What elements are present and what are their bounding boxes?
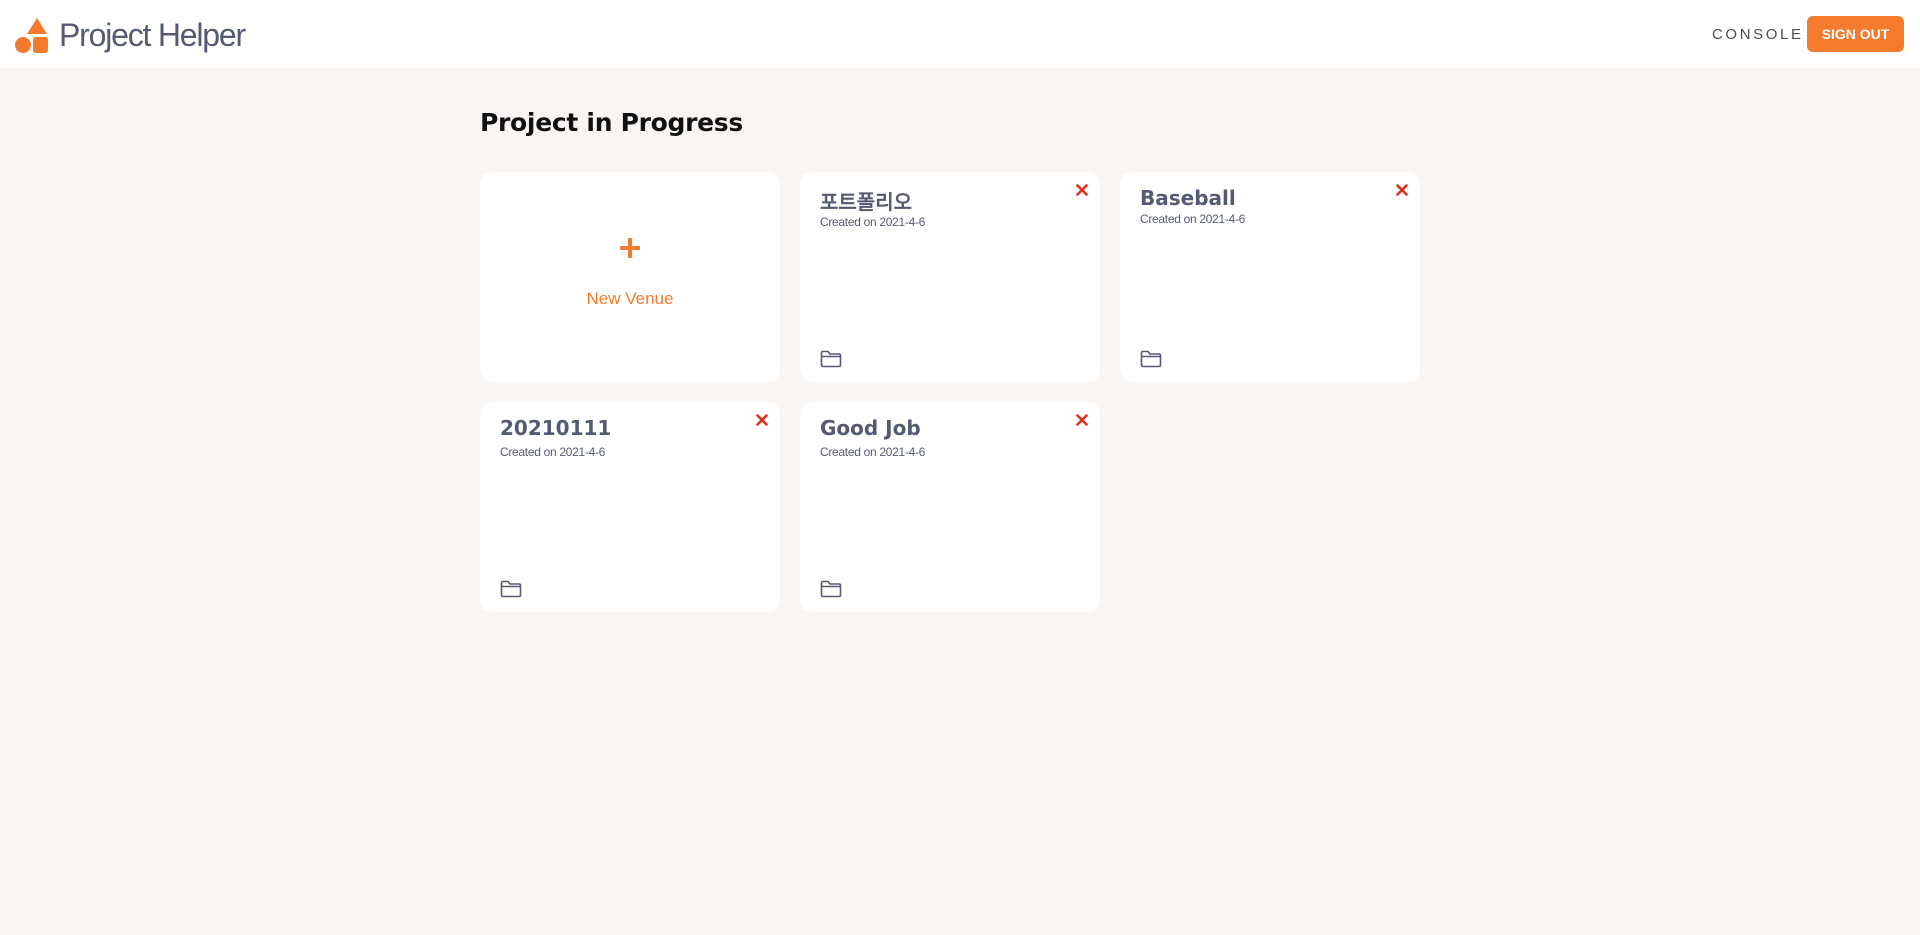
project-title: Good Job bbox=[820, 416, 921, 440]
sign-out-button[interactable]: SIGN OUT bbox=[1807, 16, 1904, 52]
project-card[interactable]: Baseball Created on 2021-4-6 bbox=[1120, 172, 1420, 382]
project-card[interactable]: 20210111 Created on 2021-4-6 bbox=[480, 402, 780, 612]
close-icon[interactable] bbox=[1072, 180, 1092, 200]
close-icon[interactable] bbox=[1392, 180, 1412, 200]
logo-icon bbox=[15, 17, 49, 53]
project-date: Created on 2021-4-6 bbox=[820, 445, 926, 459]
plus-icon bbox=[480, 236, 780, 265]
project-title: 포트폴리오 bbox=[820, 190, 912, 214]
top-header: Project Helper CONSOLE SIGN OUT bbox=[0, 0, 1920, 68]
project-card[interactable]: Good Job Created on 2021-4-6 bbox=[800, 402, 1100, 612]
new-venue-label: New Venue bbox=[586, 289, 674, 308]
folder-icon[interactable] bbox=[820, 350, 842, 368]
close-icon[interactable] bbox=[1072, 410, 1092, 430]
logo[interactable]: Project Helper bbox=[15, 16, 246, 53]
page-title: Project in Progress bbox=[480, 108, 743, 137]
project-date: Created on 2021-4-6 bbox=[820, 215, 926, 229]
close-icon[interactable] bbox=[752, 410, 772, 430]
new-venue-card[interactable]: New Venue bbox=[480, 172, 780, 382]
folder-icon[interactable] bbox=[820, 580, 842, 598]
folder-icon[interactable] bbox=[500, 580, 522, 598]
project-date: Created on 2021-4-6 bbox=[500, 445, 606, 459]
project-title: Baseball bbox=[1140, 186, 1236, 210]
project-title: 20210111 bbox=[500, 416, 612, 440]
logo-text: Project Helper bbox=[59, 16, 246, 53]
project-date: Created on 2021-4-6 bbox=[1140, 212, 1246, 226]
console-link[interactable]: CONSOLE bbox=[1712, 26, 1804, 43]
folder-icon[interactable] bbox=[1140, 350, 1162, 368]
project-card[interactable]: 포트폴리오 Created on 2021-4-6 bbox=[800, 172, 1100, 382]
